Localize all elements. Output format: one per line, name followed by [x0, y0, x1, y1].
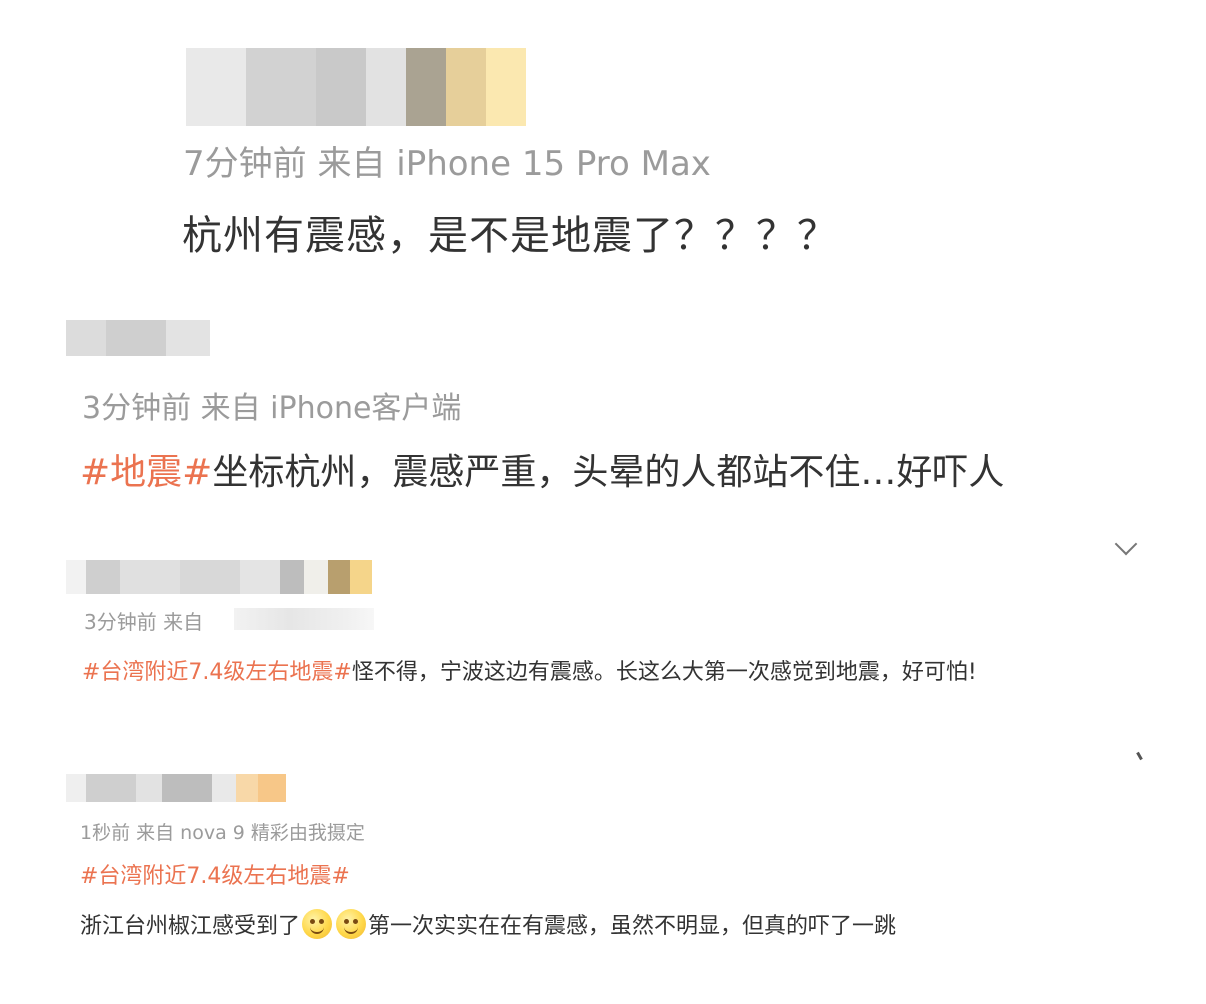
- hashtag-link[interactable]: #台湾附近7.4级左右地震#: [80, 858, 350, 890]
- chevron-down-icon[interactable]: [1114, 532, 1138, 556]
- comment-meta: 3分钟前 来自 iPhone客户端: [82, 391, 462, 426]
- blurred-username: [186, 48, 526, 126]
- comment-meta: 3分钟前 来自: [84, 610, 204, 634]
- comment-text: 杭州有震感，是不是地震了？？？？: [182, 213, 838, 259]
- blurred-username: [66, 774, 286, 802]
- decorative-mark: [1136, 751, 1143, 761]
- blurred-device: [234, 608, 374, 630]
- comment-body: 浙江台州椒江感受到了: [80, 914, 301, 939]
- hashtag-link[interactable]: #台湾附近7.4级左右地震#: [82, 660, 352, 685]
- blurred-username: [66, 320, 210, 356]
- comment-text: #台湾附近7.4级左右地震#怪不得，宁波这边有震感。长这么大第一次感觉到地震，好…: [82, 650, 1152, 696]
- weibo-comment-feed: 7分钟前 来自 iPhone 15 Pro Max 杭州有震感，是不是地震了？？…: [0, 0, 1206, 1004]
- comment-meta: 7分钟前 来自 iPhone 15 Pro Max: [183, 144, 711, 184]
- comment-body: 第一次实实在在有震感，虽然不明显，但真的吓了一跳: [368, 914, 897, 939]
- comment-body: 怪不得，宁波这边有震感。长这么大第一次感觉到地震，好可怕!: [351, 660, 977, 685]
- smile-emoji-icon: [336, 909, 367, 939]
- smile-emoji-icon: [302, 909, 333, 939]
- comment-text: #地震#坐标杭州，震感严重，头晕的人都站不住…好吓人: [80, 443, 1004, 495]
- hashtag-link[interactable]: #地震#: [80, 452, 212, 493]
- comment-body: 坐标杭州，震感严重，头晕的人都站不住…好吓人: [212, 452, 1005, 493]
- blurred-username: [66, 560, 372, 594]
- comment-meta: 1秒前 来自 nova 9 精彩由我摄定: [80, 822, 365, 844]
- comment-text: 浙江台州椒江感受到了 第一次实实在在有震感，虽然不明显，但真的吓了一跳: [80, 908, 896, 940]
